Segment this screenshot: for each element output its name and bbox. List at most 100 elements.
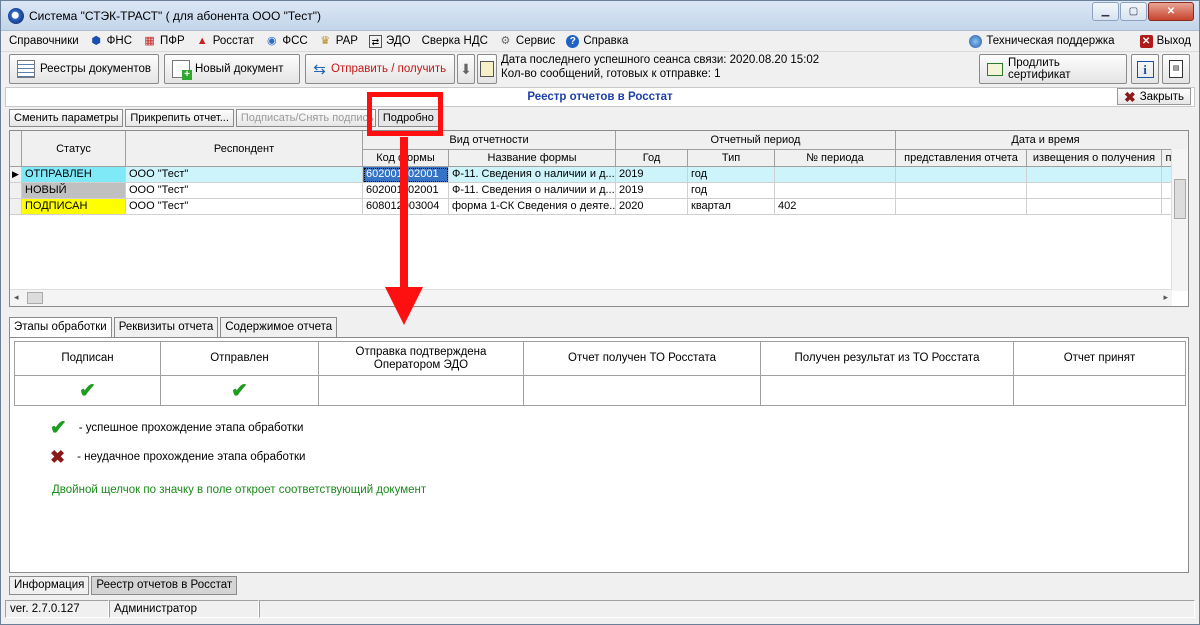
stage-header: Отправка подтверждена Оператором ЭДО <box>318 341 524 376</box>
grid-vertical-scrollbar[interactable] <box>1171 149 1188 291</box>
cell-year[interactable]: 2019 <box>616 183 688 199</box>
cell-type[interactable]: год <box>688 167 775 183</box>
send-receive-icon: ⇆ <box>313 60 326 78</box>
col-status-header[interactable]: Статус <box>22 131 126 167</box>
menu-exit[interactable]: ✕ Выход <box>1139 34 1191 48</box>
cell-status[interactable]: ОТПРАВЛЕН <box>22 167 126 183</box>
reports-grid[interactable]: Статус Респондент Вид отчетности Отчетны… <box>9 130 1189 307</box>
menu-rar[interactable]: ♛ РАР <box>319 35 358 48</box>
menu-fns[interactable]: ⬢ ФНС <box>90 35 132 48</box>
doctab-rosstat-registry[interactable]: Реестр отчетов в Росстат <box>91 576 238 595</box>
menu-pfr[interactable]: ▦ ПФР <box>143 34 184 48</box>
cell-period-no[interactable] <box>775 183 896 199</box>
cell-empty[interactable] <box>1027 183 1162 199</box>
cell-year[interactable]: 2020 <box>616 199 688 215</box>
cell-empty[interactable] <box>896 199 1027 215</box>
menu-label: ФСС <box>282 35 308 47</box>
col-notice-header[interactable]: извещения о получения <box>1027 150 1162 167</box>
cell-period-no[interactable] <box>775 167 896 183</box>
tab-report-content[interactable]: Содержимое отчета <box>220 317 338 337</box>
checkmark-icon[interactable]: ✔ <box>79 381 96 401</box>
help-icon: ? <box>566 34 580 48</box>
attach-report-button[interactable]: Прикрепить отчет... <box>125 109 234 127</box>
stage-signed-cell[interactable]: ✔ <box>14 376 161 406</box>
menu-fss[interactable]: ◉ ФСС <box>265 35 308 48</box>
send-receive-button[interactable]: ⇆ Отправить / получить <box>305 54 455 84</box>
new-document-button[interactable]: + Новый документ <box>164 54 300 84</box>
main-window: Система "СТЭК-ТРАСТ" ( для абонента ООО … <box>0 0 1200 625</box>
menu-help[interactable]: ? Справка <box>566 34 628 48</box>
tab-processing-stages[interactable]: Этапы обработки <box>9 317 112 338</box>
cell-form-name[interactable]: Ф-11. Сведения о наличии и д... <box>449 167 616 183</box>
close-red-x-icon: ✖ <box>1123 88 1136 105</box>
info-button[interactable]: i <box>1131 54 1159 84</box>
row-indicator[interactable] <box>10 199 22 215</box>
cell-empty[interactable] <box>896 183 1027 199</box>
close-window-button[interactable]: ✕ <box>1148 2 1194 21</box>
pfr-icon: ▦ <box>144 34 155 47</box>
rar-icon: ♛ <box>320 34 331 47</box>
renew-certificate-button[interactable]: Продлить сертификат <box>979 54 1127 84</box>
stage-received-cell[interactable] <box>523 376 761 406</box>
sign-button[interactable]: Подписать/Снять подпись <box>235 109 376 127</box>
cell-type[interactable]: квартал <box>688 199 775 215</box>
change-params-button[interactable]: Сменить параметры <box>9 109 124 127</box>
registries-button[interactable]: Реестры документов <box>9 54 159 84</box>
cell-period-no[interactable]: 402 <box>775 199 896 215</box>
menu-service[interactable]: ⚙ Сервис <box>499 35 555 48</box>
stage-accepted-cell[interactable] <box>1013 376 1186 406</box>
stage-sent-cell[interactable]: ✔ <box>160 376 319 406</box>
menu-edo[interactable]: ⇄ ЭДО <box>368 34 411 48</box>
col-type-header[interactable]: Тип <box>688 150 775 167</box>
cell-form-name[interactable]: Ф-11. Сведения о наличии и д... <box>449 183 616 199</box>
menu-label: Сверка НДС <box>421 35 488 47</box>
maximize-button[interactable]: ▢ <box>1120 2 1147 21</box>
col-submitted-header[interactable]: представления отчета <box>896 150 1027 167</box>
journal-icon <box>480 61 494 77</box>
stage-header: Отчет получен ТО Росстата <box>523 341 761 376</box>
menu-sverka-nds[interactable]: Сверка НДС <box>422 35 488 47</box>
menu-label: Справочники <box>9 35 79 47</box>
journal-button[interactable] <box>477 54 497 84</box>
cell-status[interactable]: ПОДПИСАН <box>22 199 126 215</box>
cell-empty[interactable] <box>896 167 1027 183</box>
ready-count-text: Кол-во сообщений, готовых к отправке: 1 <box>501 68 721 80</box>
cell-respondent[interactable]: ООО "Тест" <box>126 183 363 199</box>
checkmark-icon[interactable]: ✔ <box>231 381 248 401</box>
scroll-left-icon[interactable]: ◂ <box>14 292 19 303</box>
toolbar: Реестры документов + Новый документ ⇆ От… <box>1 51 1199 85</box>
scroll-thumb[interactable] <box>1174 179 1186 219</box>
col-respondent-header[interactable]: Респондент <box>126 131 363 167</box>
scroll-right-icon[interactable]: ▸ <box>1163 292 1168 303</box>
row-indicator[interactable]: ▶ <box>10 167 22 183</box>
pdf-button[interactable]: ▤ <box>1162 54 1190 84</box>
cell-year[interactable]: 2019 <box>616 167 688 183</box>
cell-empty[interactable] <box>1027 167 1162 183</box>
col-form-name-header[interactable]: Название формы <box>449 150 616 167</box>
cell-respondent[interactable]: ООО "Тест" <box>126 167 363 183</box>
download-button[interactable]: ⬇ <box>457 54 475 84</box>
stage-result-cell[interactable] <box>760 376 1014 406</box>
col-year-header[interactable]: Год <box>616 150 688 167</box>
cell-type[interactable]: год <box>688 183 775 199</box>
stage-operator-cell[interactable] <box>318 376 524 406</box>
cell-empty[interactable] <box>1027 199 1162 215</box>
menu-support[interactable]: Техническая поддержка <box>969 34 1115 48</box>
col-period-no-header[interactable]: № периода <box>775 150 896 167</box>
tab-report-details[interactable]: Реквизиты отчета <box>113 317 219 337</box>
cell-status[interactable]: НОВЫЙ <box>22 183 126 199</box>
doctab-information[interactable]: Информация <box>9 576 90 595</box>
grid-horizontal-scrollbar[interactable]: ◂ ▸ <box>10 289 1172 306</box>
menu-bar: Справочники ⬢ ФНС ▦ ПФР ▲ Росстат ◉ ФСС ♛ РАР… <box>1 31 1199 51</box>
row-indicator[interactable] <box>10 183 22 199</box>
cell-form-name[interactable]: форма 1-СК Сведения о деяте... <box>449 199 616 215</box>
highlight-box <box>367 92 443 136</box>
menu-rosstat[interactable]: ▲ Росстат <box>196 35 255 48</box>
close-document-button[interactable]: ✖ Закрыть <box>1116 88 1191 105</box>
menu-label: Сервис <box>515 35 556 47</box>
minimize-button[interactable]: ▁ <box>1092 2 1119 21</box>
cell-respondent[interactable]: ООО "Тест" <box>126 199 363 215</box>
menu-spravochniki[interactable]: Справочники <box>9 35 79 47</box>
scroll-thumb[interactable] <box>27 292 43 304</box>
session-info: Дата последнего успешного сеанса связи: … <box>501 53 819 81</box>
